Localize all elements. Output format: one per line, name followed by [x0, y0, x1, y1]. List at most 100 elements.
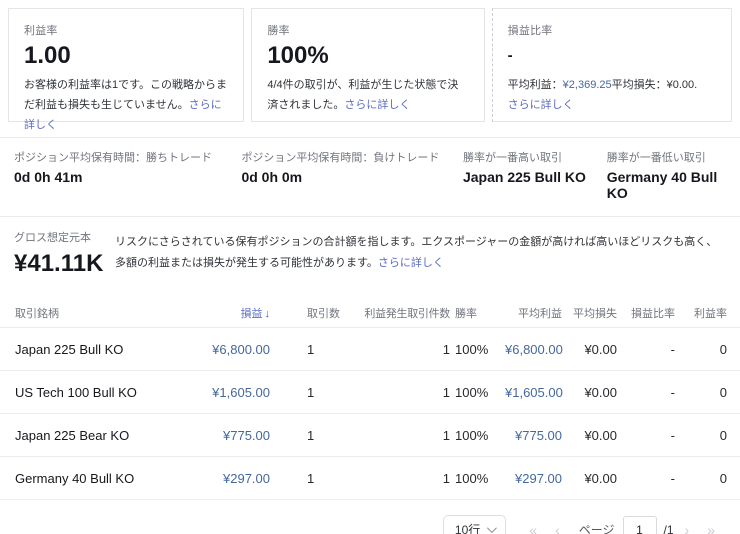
profit-rate: 0: [719, 427, 727, 443]
stat-value: Germany 40 Bull KO: [606, 169, 718, 201]
card-description: 4/4件の取引が、利益が生じた状態で決済されました。さらに詳しく: [267, 75, 468, 115]
profit-trades-count: 1: [442, 427, 450, 443]
column-header-pl-ratio: 損益比率: [631, 307, 675, 320]
card-value: -: [507, 47, 513, 64]
stat-value: 0d 0h 41m: [14, 169, 83, 185]
avg-profit-value: ¥2,369.25: [562, 79, 612, 91]
column-header-profit-rate: 利益率: [694, 307, 727, 320]
column-header-avg-loss: 平均損失: [573, 307, 617, 320]
win-rate: 100%: [455, 341, 489, 357]
column-header-trades: 取引数: [307, 307, 340, 320]
avg-profit: ¥775.00: [515, 427, 562, 443]
column-header-win-rate: 勝率: [455, 307, 477, 320]
stat-label: ポジション平均保有時間：負けトレード: [241, 152, 440, 164]
stat-value: 0d 0h 0m: [241, 169, 303, 185]
pagination: 10行 « ‹ ページ /1 › »: [0, 515, 724, 534]
last-page-button[interactable]: »: [698, 522, 724, 534]
profit-rate: 0: [719, 384, 727, 400]
win-rate: 100%: [455, 470, 489, 486]
learn-more-link[interactable]: さらに詳しく: [344, 99, 410, 111]
column-header-pl-sorted[interactable]: 損益 ↓: [210, 305, 271, 321]
column-header-label: 損益: [240, 307, 263, 320]
stat-best-instrument: 勝率が一番高い取引 Japan 225 Bull KO: [463, 149, 607, 201]
card-label: 利益率: [24, 25, 58, 37]
card-label: 損益比率: [507, 25, 553, 37]
gross-description: リスクにさらされている保有ポジションの合計額を指します。エクスポージャーの金額が…: [115, 229, 725, 278]
stat-label: 勝率が一番低い取引: [606, 152, 706, 164]
pl-ratio: -: [670, 384, 675, 400]
gross-notional: グロス想定元本 ¥41.11K: [14, 229, 115, 278]
card-value: 100%: [267, 42, 329, 69]
next-page-button[interactable]: ›: [676, 522, 699, 534]
trades-count: 1: [307, 427, 315, 443]
stat-value: Japan 225 Bull KO: [462, 169, 586, 185]
instrument-name: Japan 225 Bull KO: [15, 341, 124, 357]
pl-value: ¥1,605.00: [212, 384, 270, 400]
rows-per-page-label: 10行: [454, 523, 481, 534]
instrument-name: Japan 225 Bear KO: [15, 427, 130, 443]
profit-trades-count: 1: [442, 384, 450, 400]
learn-more-link[interactable]: さらに詳しく: [378, 257, 444, 269]
profit-rate: 0: [719, 341, 727, 357]
card-value: 1.00: [24, 42, 71, 69]
learn-more-link[interactable]: さらに詳しく: [508, 95, 716, 115]
metric-cards: 利益率 1.00 お客様の利益率は1です。この戦略からまだ利益も損失も生じていま…: [8, 8, 732, 131]
page-label: ページ: [578, 523, 615, 534]
first-page-button[interactable]: «: [520, 522, 546, 534]
chevron-down-icon: [487, 523, 498, 534]
pl-ratio: -: [670, 470, 675, 486]
win-rate: 100%: [455, 384, 489, 400]
win-rate-card: 勝率 100% 4/4件の取引が、利益が生じた状態で決済されました。さらに詳しく: [251, 8, 485, 122]
instrument-name: US Tech 100 Bull KO: [15, 384, 137, 400]
avg-loss-label: 平均損失：: [611, 79, 667, 91]
table-header-row: 取引銘柄 損益 ↓ 取引数 利益発生取引件数 勝率 平均利益 平均損失 損益比率 …: [0, 298, 740, 328]
avg-loss: ¥0.00: [584, 470, 617, 486]
pl-value: ¥6,800.00: [212, 341, 270, 357]
table-row[interactable]: Germany 40 Bull KO ¥297.00 1 1 100% ¥297…: [0, 457, 740, 500]
page-number-input[interactable]: [622, 516, 657, 534]
table-row[interactable]: Japan 225 Bull KO ¥6,800.00 1 1 100% ¥6,…: [0, 328, 740, 371]
column-header-avg-profit: 平均利益: [518, 307, 562, 320]
profit-rate: 0: [719, 470, 727, 486]
card-label: 勝率: [267, 25, 290, 37]
instrument-name: Germany 40 Bull KO: [15, 470, 135, 486]
profit-trades-count: 1: [442, 341, 450, 357]
card-description: 平均利益：¥2,369.25平均損失：¥0.00. さらに詳しく: [508, 75, 716, 115]
rows-per-page-dropdown[interactable]: 10行: [442, 515, 507, 534]
profit-trades-count: 1: [442, 470, 450, 486]
column-header-profit-trades: 利益発生取引件数: [364, 307, 450, 320]
gross-notional-section: グロス想定元本 ¥41.11K リスクにさらされている保有ポジションの合計額を指…: [0, 217, 740, 292]
page-total: /1: [663, 522, 674, 534]
avg-loss: ¥0.00: [584, 341, 617, 357]
stat-label: 勝率が一番高い取引: [462, 152, 562, 164]
pl-ratio: -: [670, 427, 675, 443]
win-rate: 100%: [455, 427, 489, 443]
pl-value: ¥297.00: [223, 470, 270, 486]
stat-worst-instrument: 勝率が一番低い取引 Germany 40 Bull KO: [607, 149, 740, 201]
avg-loss-value: ¥0.00.: [666, 79, 698, 91]
trades-count: 1: [307, 341, 315, 357]
table-row[interactable]: US Tech 100 Bull KO ¥1,605.00 1 1 100% ¥…: [0, 371, 740, 414]
trades-count: 1: [307, 470, 315, 486]
stats-strip: ポジション平均保有時間：勝ちトレード 0d 0h 41m ポジション平均保有時間…: [0, 138, 740, 216]
card-description: お客様の利益率は1です。この戦略からまだ利益も損失も生じていません。さらに詳しく: [24, 75, 228, 135]
pl-value: ¥775.00: [223, 427, 270, 443]
stat-avg-hold-win: ポジション平均保有時間：勝ちトレード 0d 0h 41m: [14, 149, 241, 201]
column-header-instrument: 取引銘柄: [15, 307, 59, 320]
stat-avg-hold-lose: ポジション平均保有時間：負けトレード 0d 0h 0m: [241, 149, 463, 201]
avg-profit: ¥297.00: [515, 470, 562, 486]
profit-factor-card: 利益率 1.00 お客様の利益率は1です。この戦略からまだ利益も損失も生じていま…: [8, 8, 245, 131]
pl-ratio-card: 損益比率 - 平均利益：¥2,369.25平均損失：¥0.00. さらに詳しく: [491, 8, 732, 122]
gross-label: グロス想定元本: [14, 232, 91, 244]
avg-profit: ¥6,800.00: [505, 341, 563, 357]
gross-value: ¥41.11K: [14, 250, 104, 277]
previous-page-button[interactable]: ‹: [546, 522, 569, 534]
stat-label: ポジション平均保有時間：勝ちトレード: [14, 152, 212, 164]
avg-profit-label: 平均利益：: [507, 79, 563, 91]
pl-ratio: -: [670, 341, 675, 357]
instruments-table: 取引銘柄 損益 ↓ 取引数 利益発生取引件数 勝率 平均利益 平均損失 損益比率 …: [0, 298, 740, 500]
avg-loss: ¥0.00: [584, 384, 617, 400]
avg-loss: ¥0.00: [584, 427, 617, 443]
table-row[interactable]: Japan 225 Bear KO ¥775.00 1 1 100% ¥775.…: [0, 414, 740, 457]
trades-count: 1: [307, 384, 315, 400]
